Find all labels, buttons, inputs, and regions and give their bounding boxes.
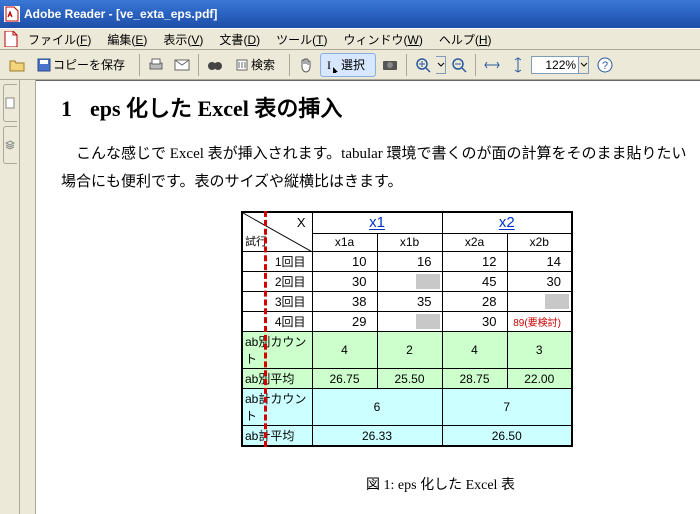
table-row: 1回目10161214 (242, 252, 572, 272)
col-x2: x2 (499, 214, 515, 231)
open-icon[interactable] (5, 53, 29, 77)
save-copy-button[interactable]: コピーを保存 (31, 53, 135, 77)
excel-table: X 試行 x1 x2 x1a x1b x2a x2b 1回目10161214 2… (241, 211, 573, 448)
pdf-page: 1eps 化した Excel 表の挿入 こんな感じで Excel 表が挿入されま… (36, 80, 700, 514)
scroll-gutter (20, 80, 36, 514)
titlebar: Adobe Reader - [ve_exta_eps.pdf] (0, 0, 700, 28)
pages-tab-icon[interactable] (3, 84, 17, 122)
fit-page-icon[interactable] (506, 53, 530, 77)
table-row: 4回目293089(要検討) (242, 312, 572, 332)
separator (198, 54, 199, 76)
app-icon (4, 6, 20, 22)
table-row: ab計平均26.3326.50 (242, 426, 572, 447)
toolbar: コピーを保存 検索 I選択 ? (0, 50, 700, 80)
window-title: Adobe Reader - [ve_exta_eps.pdf] (24, 7, 217, 21)
body-paragraph: こんな感じで Excel 表が挿入されます。tabular 環境で書くのが面の計… (61, 141, 700, 197)
menu-window[interactable]: ウィンドウ(W) (335, 29, 430, 50)
zoom-in-icon[interactable] (411, 53, 435, 77)
zoom-out-icon[interactable] (447, 53, 471, 77)
content-area: 1eps 化した Excel 表の挿入 こんな感じで Excel 表が挿入されま… (0, 80, 700, 514)
search-button[interactable]: 検索 (229, 53, 285, 77)
hand-tool-icon[interactable] (294, 53, 318, 77)
menu-file[interactable]: ファイル(F) (20, 29, 99, 50)
help-icon[interactable]: ? (593, 53, 617, 77)
zoom-input[interactable] (531, 56, 579, 74)
menu-help[interactable]: ヘルプ(H) (431, 29, 500, 50)
mail-icon[interactable] (170, 53, 194, 77)
menu-edit[interactable]: 編集(E) (99, 29, 155, 50)
col-x1: x1 (369, 214, 385, 231)
dropdown-icon[interactable] (436, 56, 446, 74)
section-heading: 1eps 化した Excel 表の挿入 (61, 91, 700, 123)
navigation-tabs (0, 80, 20, 514)
menu-document[interactable]: 文書(D) (211, 29, 268, 50)
table-row: 3回目383528 (242, 292, 572, 312)
zoom-dropdown-icon[interactable] (579, 56, 589, 74)
select-tool-button[interactable]: I選択 (320, 53, 376, 77)
separator (139, 54, 140, 76)
print-icon[interactable] (144, 53, 168, 77)
menu-tools[interactable]: ツール(T) (268, 29, 335, 50)
document-icon (4, 31, 18, 47)
diag-header: X 試行 (242, 212, 312, 252)
separator (289, 54, 290, 76)
fit-width-icon[interactable] (480, 53, 504, 77)
figure-caption: 図 1: eps 化した Excel 表 (181, 474, 700, 494)
separator (406, 54, 407, 76)
table-row: ab別カウント4243 (242, 332, 572, 369)
table-row: ab計カウント67 (242, 389, 572, 426)
svg-text:?: ? (602, 60, 608, 72)
snapshot-icon[interactable] (378, 53, 402, 77)
binoculars-icon[interactable] (203, 53, 227, 77)
table-row: ab別平均26.7525.5028.7522.00 (242, 369, 572, 389)
separator (475, 54, 476, 76)
menu-view[interactable]: 表示(V) (155, 29, 211, 50)
menubar: ファイル(F) 編集(E) 表示(V) 文書(D) ツール(T) ウィンドウ(W… (0, 28, 700, 50)
svg-text:I: I (327, 58, 331, 72)
layers-tab-icon[interactable] (3, 126, 17, 164)
table-row: 2回目304530 (242, 272, 572, 292)
